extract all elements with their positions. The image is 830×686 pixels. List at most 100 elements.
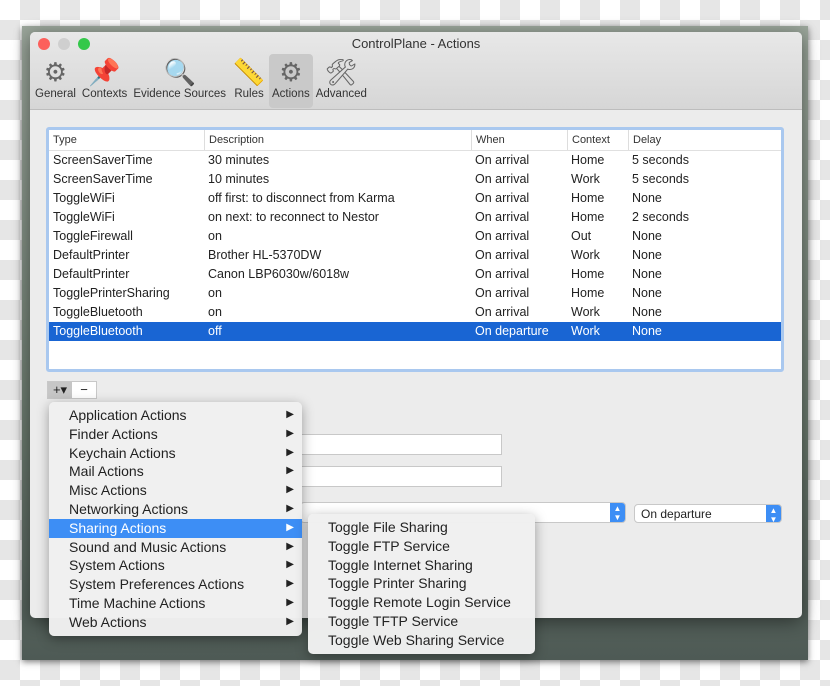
column-header-description[interactable]: Description (204, 130, 471, 150)
cell-type: ToggleFirewall (53, 229, 133, 243)
description-field[interactable] (300, 466, 502, 487)
toolbar-tab-label: Actions (272, 88, 310, 100)
submenu-arrow-icon: ▶ (286, 521, 294, 533)
cell-context: Home (571, 210, 605, 224)
toolbar-tab-rules[interactable]: 📏 Rules (229, 54, 269, 108)
menu-item-label: Application Actions (69, 407, 187, 423)
menu-item[interactable]: Networking Actions ▶ (49, 500, 302, 519)
table-row[interactable]: TogglePrinterSharing on On arrival Home None (49, 284, 781, 303)
submenu-item[interactable]: Toggle FTP Service (308, 537, 535, 556)
cell-delay: None (632, 324, 662, 338)
toolbar-tab-actions[interactable]: ⚙ Actions (269, 54, 313, 108)
cell-description: Brother HL-5370DW (208, 248, 322, 262)
submenu-arrow-icon: ▶ (286, 578, 294, 590)
table-row[interactable]: DefaultPrinter Canon LBP6030w/6018w On arr… (49, 265, 781, 284)
cell-context: Home (571, 191, 605, 205)
cell-context: Home (571, 286, 605, 300)
submenu-arrow-icon: ▶ (286, 484, 294, 496)
parameter-field[interactable] (300, 434, 502, 455)
submenu-arrow-icon: ▶ (286, 596, 294, 608)
submenu-item[interactable]: Toggle Internet Sharing (308, 556, 535, 575)
menu-item[interactable]: Web Actions ▶ (49, 613, 302, 632)
column-header-when[interactable]: When (471, 130, 567, 150)
menu-item[interactable]: Time Machine Actions ▶ (49, 594, 302, 613)
submenu-arrow-icon: ▶ (286, 409, 294, 420)
cell-when: On arrival (475, 153, 530, 167)
submenu-arrow-icon: ▶ (286, 540, 294, 552)
table-body: ScreenSaverTime 30 minutes On arrival Home 5… (49, 151, 781, 341)
column-header-delay[interactable]: Delay (628, 130, 781, 150)
cell-context: Work (571, 248, 600, 262)
cell-delay: None (632, 248, 662, 262)
menu-item[interactable]: Sharing Actions ▶ (49, 518, 302, 538)
menu-item[interactable]: Mail Actions ▶ (49, 462, 302, 481)
general-icon: ⚙ (43, 56, 68, 87)
toolbar-tab-general[interactable]: ⚙ General (32, 54, 79, 108)
submenu-item[interactable]: Toggle Remote Login Service (308, 593, 535, 612)
cell-delay: None (632, 267, 662, 281)
toolbar-tab-evidence-sources[interactable]: 🔍 Evidence Sources (130, 54, 229, 108)
window-title: ControlPlane - Actions (351, 36, 481, 51)
submenu-item[interactable]: Toggle File Sharing (308, 518, 535, 537)
menu-item[interactable]: Sound and Music Actions ▶ (49, 538, 302, 557)
menu-item-label: Sound and Music Actions (69, 538, 227, 555)
cell-description: on next: to reconnect to Nestor (208, 210, 379, 224)
column-header-context[interactable]: Context (567, 130, 628, 150)
table-row[interactable]: DefaultPrinter Brother HL-5370DW On arriva… (49, 246, 781, 265)
menu-item[interactable]: System Preferences Actions ▶ (49, 575, 302, 594)
title-bar: ControlPlane - Actions ⚙ General 📌 Contexts… (30, 32, 802, 110)
cell-when: On arrival (475, 210, 530, 224)
toolbar: ⚙ General 📌 Contexts 🔍 Evidence Sources 📏 Rules… (32, 54, 370, 108)
submenu-arrow-icon: ▶ (286, 615, 294, 627)
toolbar-tab-label: General (35, 88, 76, 100)
submenu-item[interactable]: Toggle Printer Sharing (308, 574, 535, 593)
menu-item[interactable]: Application Actions ▶ (49, 406, 302, 425)
menu-item[interactable]: System Actions ▶ (49, 556, 302, 575)
sharing-actions-submenu: Toggle File Sharing Toggle FTP Service Tog… (308, 514, 535, 654)
remove-action-button[interactable]: − (72, 382, 96, 398)
cell-delay: 5 seconds (632, 153, 689, 167)
table-row[interactable]: ToggleBluetooth on On arrival Work None (49, 303, 781, 322)
cell-type: ToggleWiFi (53, 191, 115, 205)
actions-table[interactable]: Type Description When Context Delay ScreenSa… (46, 127, 784, 372)
toolbar-tab-label: Evidence Sources (133, 88, 227, 100)
toolbar-tab-advanced[interactable]: 🛠 Advanced (313, 54, 370, 108)
table-row[interactable]: ToggleWiFi off first: to disconnect from … (49, 189, 781, 208)
toolbar-tab-contexts[interactable]: 📌 Contexts (79, 54, 130, 108)
submenu-item[interactable]: Toggle Web Sharing Service (308, 631, 535, 650)
cell-description: off first: to disconnect from Karma (208, 191, 395, 205)
cell-description: off (208, 324, 222, 338)
table-row[interactable]: ScreenSaverTime 30 minutes On arrival Home 5… (49, 151, 781, 170)
menu-item-label: System Actions (69, 557, 165, 574)
cell-description: 30 minutes (208, 153, 270, 167)
menu-item-label: Networking Actions (69, 500, 189, 517)
submenu-item[interactable]: Toggle TFTP Service (308, 612, 535, 631)
toolbar-tab-label: Contexts (81, 88, 128, 100)
stepper-arrows-icon: ▲ ▼ (766, 505, 781, 524)
table-row[interactable]: ToggleFirewall on On arrival Out None (49, 227, 781, 246)
cell-delay: 5 seconds (632, 172, 689, 186)
add-action-button[interactable]: +▾ (48, 382, 72, 398)
add-remove-control: +▾ − (47, 381, 97, 399)
menu-item-label: Keychain Actions (69, 444, 176, 461)
menu-item[interactable]: Keychain Actions ▶ (49, 444, 302, 463)
table-header: Type Description When Context Delay (49, 130, 781, 151)
menu-item[interactable]: Finder Actions ▶ (49, 425, 302, 444)
menu-item-label: Mail Actions (69, 463, 144, 480)
submenu-arrow-icon: ▶ (286, 446, 294, 458)
when-popup[interactable]: On departure ▲ ▼ (634, 504, 782, 524)
column-header-type[interactable]: Type (49, 130, 204, 150)
when-popup-value: On departure (641, 507, 712, 521)
table-row[interactable]: ScreenSaverTime 10 minutes On arrival Work 5… (49, 170, 781, 189)
menu-item[interactable]: Misc Actions ▶ (49, 481, 302, 500)
cell-delay: None (632, 286, 662, 300)
cell-context: Home (571, 267, 605, 281)
cell-delay: None (632, 191, 662, 205)
cell-type: ScreenSaverTime (53, 153, 153, 167)
table-row[interactable]: ToggleBluetooth off On departure Work None (49, 322, 781, 341)
cell-type: DefaultPrinter (53, 248, 130, 262)
menu-item-label: Web Actions (69, 613, 147, 630)
cell-context: Work (571, 324, 600, 338)
cell-type: ToggleWiFi (53, 210, 115, 224)
table-row[interactable]: ToggleWiFi on next: to reconnect to Nesto… (49, 208, 781, 227)
